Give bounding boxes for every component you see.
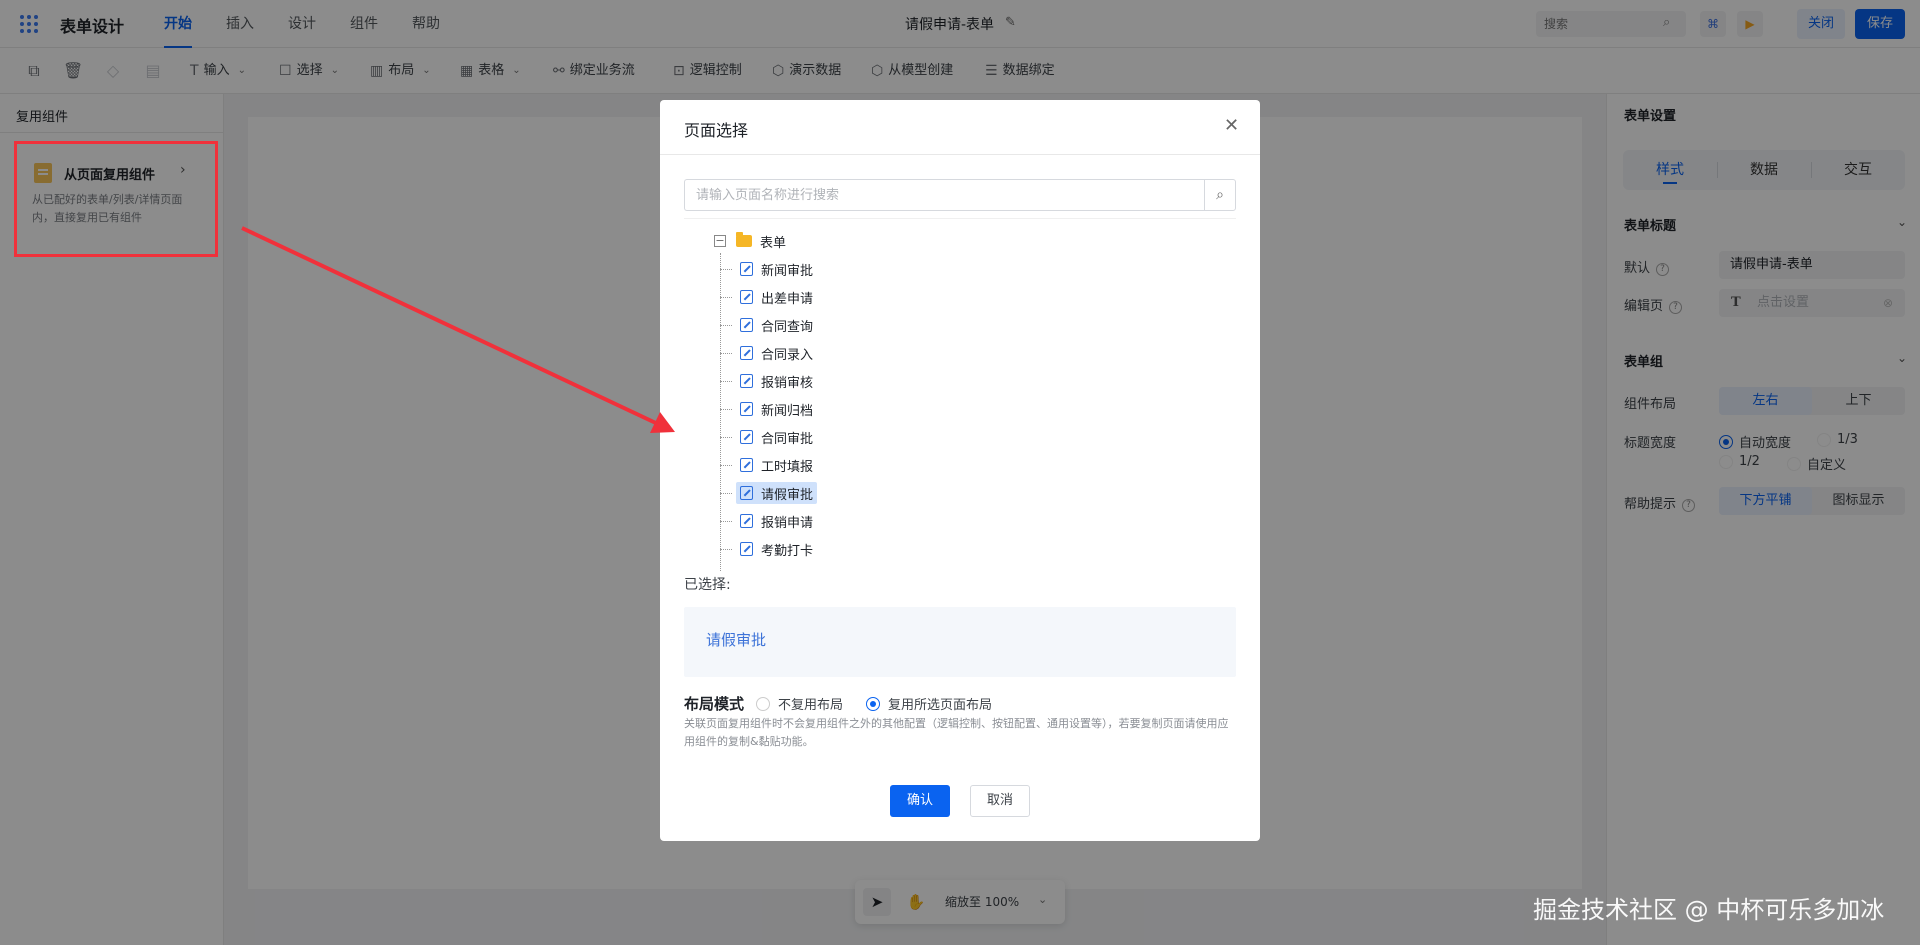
page-icon — [740, 542, 753, 556]
layout-mode-reuse[interactable]: 复用所选页面布局 — [866, 694, 992, 713]
tree-item[interactable]: 新闻审批 — [720, 257, 817, 281]
page-icon — [740, 486, 753, 500]
close-icon[interactable]: ✕ — [1224, 116, 1239, 136]
tree-item[interactable]: 考勤打卡 — [720, 537, 817, 561]
page-icon — [740, 318, 753, 332]
page-icon — [740, 374, 753, 388]
tree-item[interactable]: 出差申请 — [720, 285, 817, 309]
page-icon — [740, 290, 753, 304]
tree-item[interactable]: 报销审核 — [720, 369, 817, 393]
tree-item[interactable]: 工时填报 — [720, 453, 817, 477]
tree-item[interactable]: 合同审批 — [720, 425, 817, 449]
page-icon — [740, 514, 753, 528]
tree-item[interactable]: 报销申请 — [720, 509, 817, 533]
tree-item[interactable]: 合同查询 — [720, 313, 817, 337]
page-icon — [740, 458, 753, 472]
page-tree: − 表单 新闻审批 出差申请 合同查询 合同录入 报销审核 新闻归档 合同审批 … — [684, 218, 1236, 572]
page-select-dialog: 页面选择 ✕ ⌕ − 表单 新闻审批 出差申请 合同查询 合同录入 报销审核 新… — [660, 100, 1260, 841]
selected-box: 请假审批 — [684, 607, 1236, 677]
radio-checked-icon — [866, 696, 880, 711]
highlight-box — [14, 141, 218, 257]
selected-value: 请假审批 — [706, 631, 767, 649]
page-icon — [740, 402, 753, 416]
layout-mode-no-reuse[interactable]: 不复用布局 — [756, 694, 843, 713]
layout-mode-note: 关联页面复用组件时不会复用组件之外的其他配置（逻辑控制、按钮配置、通用设置等），… — [684, 717, 1229, 748]
tree-item[interactable]: 新闻归档 — [720, 397, 817, 421]
page-icon — [740, 430, 753, 444]
watermark: 掘金技术社区 @ 中杯可乐多加冰 — [1533, 896, 1885, 924]
page-icon — [740, 262, 753, 276]
divider — [660, 154, 1260, 155]
folder-icon — [736, 232, 752, 247]
page-icon — [740, 346, 753, 360]
tree-item[interactable]: 合同录入 — [720, 341, 817, 365]
confirm-button[interactable]: 确认 — [890, 785, 950, 817]
tree-item-selected[interactable]: 请假审批 — [720, 481, 818, 505]
tree-root-node[interactable]: − 表单 — [714, 231, 786, 251]
selected-label: 已选择: — [684, 577, 731, 593]
page-search-input[interactable] — [684, 179, 1204, 211]
cancel-button[interactable]: 取消 — [970, 785, 1030, 817]
collapse-icon[interactable]: − — [714, 235, 726, 247]
layout-mode-label: 布局模式 — [684, 695, 745, 713]
search-icon[interactable]: ⌕ — [1204, 179, 1236, 211]
radio-icon — [756, 696, 770, 711]
dialog-title: 页面选择 — [684, 121, 749, 140]
